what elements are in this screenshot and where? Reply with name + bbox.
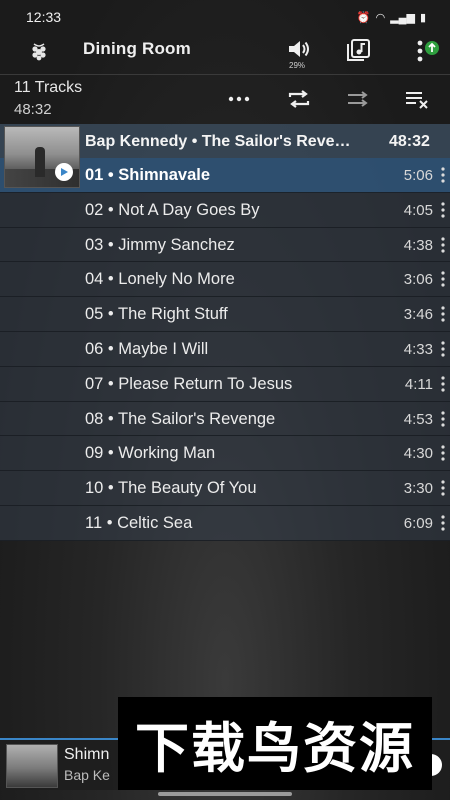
battery-icon: ▮ (419, 11, 426, 24)
track-title: 04 • Lonely No More (85, 270, 235, 289)
album-art[interactable] (4, 126, 80, 188)
library-music-icon[interactable] (345, 38, 371, 62)
repeat-icon[interactable] (286, 87, 312, 111)
track-row[interactable]: 06 • Maybe I Will 4:33 (0, 331, 450, 367)
volume-percent: 29% (289, 61, 306, 70)
status-time: 12:33 (26, 9, 62, 25)
track-duration: 4:30 (403, 445, 433, 463)
track-title: 11 • Celtic Sea (85, 513, 193, 532)
app-bar: Dining Room 29% (0, 34, 450, 72)
track-duration: 4:38 (403, 236, 433, 254)
raspberry-logo-icon[interactable] (28, 40, 50, 62)
track-row[interactable]: 04 • Lonely No More 3:06 (0, 262, 450, 298)
track-row[interactable]: 10 • The Beauty Of You 3:30 (0, 471, 450, 506)
album-art-figure (35, 147, 45, 177)
track-title: 10 • The Beauty Of You (85, 479, 257, 498)
queue-toolbar: 11 Tracks 48:32 (0, 74, 450, 124)
track-row[interactable]: 03 • Jimmy Sanchez 4:38 (0, 227, 450, 263)
track-menu-icon[interactable] (440, 341, 446, 357)
track-duration: 4:11 (404, 375, 433, 393)
mini-player-art[interactable] (6, 744, 58, 788)
track-row[interactable]: 08 • The Sailor's Revenge 4:53 (0, 401, 450, 437)
track-title: 09 • Working Man (85, 444, 216, 463)
track-duration: 3:06 (403, 271, 433, 289)
track-menu-icon[interactable] (440, 202, 446, 218)
track-title: 08 • The Sailor's Revenge (85, 409, 276, 428)
track-duration: 4:33 (403, 340, 433, 358)
track-menu-icon[interactable] (440, 410, 446, 427)
album-title: Bap Kennedy • The Sailor's Reve… (85, 133, 351, 150)
track-menu-icon[interactable] (440, 167, 446, 183)
shuffle-icon[interactable] (345, 87, 371, 111)
track-list: 01 • Shimnavale 5:06 02 • Not A Day Goes… (0, 158, 450, 541)
track-title: 05 • The Right Stuff (85, 305, 228, 324)
track-row[interactable]: 02 • Not A Day Goes By 4:05 (0, 192, 450, 228)
track-menu-icon[interactable] (440, 236, 446, 253)
clear-queue-icon[interactable] (404, 87, 430, 111)
status-bar: 12:33 ⏰ ◠ ▂▄▆ ▮ (0, 0, 450, 34)
track-menu-icon[interactable] (440, 480, 446, 496)
track-menu-icon[interactable] (440, 515, 446, 531)
track-duration: 4:53 (403, 410, 433, 428)
track-row[interactable]: 05 • The Right Stuff 3:46 (0, 297, 450, 332)
album-duration: 48:32 (389, 133, 430, 150)
volume-icon[interactable] (286, 37, 312, 61)
track-duration: 3:46 (403, 306, 433, 324)
queue-total-time: 48:32 (14, 101, 52, 118)
track-row[interactable]: 07 • Please Return To Jesus 4:11 (0, 366, 450, 402)
track-title: 07 • Please Return To Jesus (85, 374, 293, 393)
track-menu-icon[interactable] (440, 306, 446, 322)
watermark: 下载鸟资源 (118, 697, 432, 790)
alarm-icon: ⏰ (356, 11, 371, 24)
mini-player-track: Shimn (64, 746, 110, 763)
track-duration: 5:06 (403, 167, 433, 184)
mini-player-artist: Bap Ke (64, 767, 110, 783)
wifi-icon: ◠ (375, 11, 386, 24)
track-title: 02 • Not A Day Goes By (85, 200, 260, 219)
track-row[interactable]: 11 • Celtic Sea 6:09 (0, 505, 450, 541)
track-title: 06 • Maybe I Will (85, 339, 209, 358)
track-menu-icon[interactable] (440, 376, 446, 392)
track-duration: 4:05 (403, 201, 433, 219)
overflow-menu-icon[interactable] (414, 38, 442, 64)
track-count: 11 Tracks (14, 79, 83, 96)
now-playing-icon (55, 163, 73, 181)
track-menu-icon[interactable] (440, 271, 446, 287)
page-title[interactable]: Dining Room (83, 39, 191, 59)
track-title: 01 • Shimnavale (85, 166, 211, 184)
track-row[interactable]: 09 • Working Man 4:30 (0, 436, 450, 472)
track-menu-icon[interactable] (440, 445, 446, 461)
watermark-text: 下载鸟资源 (135, 717, 415, 780)
track-duration: 6:09 (403, 514, 433, 532)
signal-icon: ▂▄▆ (390, 11, 415, 24)
status-icons: ⏰ ◠ ▂▄▆ ▮ (357, 11, 426, 24)
more-horizontal-icon[interactable] (226, 87, 252, 111)
track-title: 03 • Jimmy Sanchez (85, 235, 235, 254)
home-indicator[interactable] (158, 792, 292, 796)
track-duration: 3:30 (403, 480, 433, 498)
